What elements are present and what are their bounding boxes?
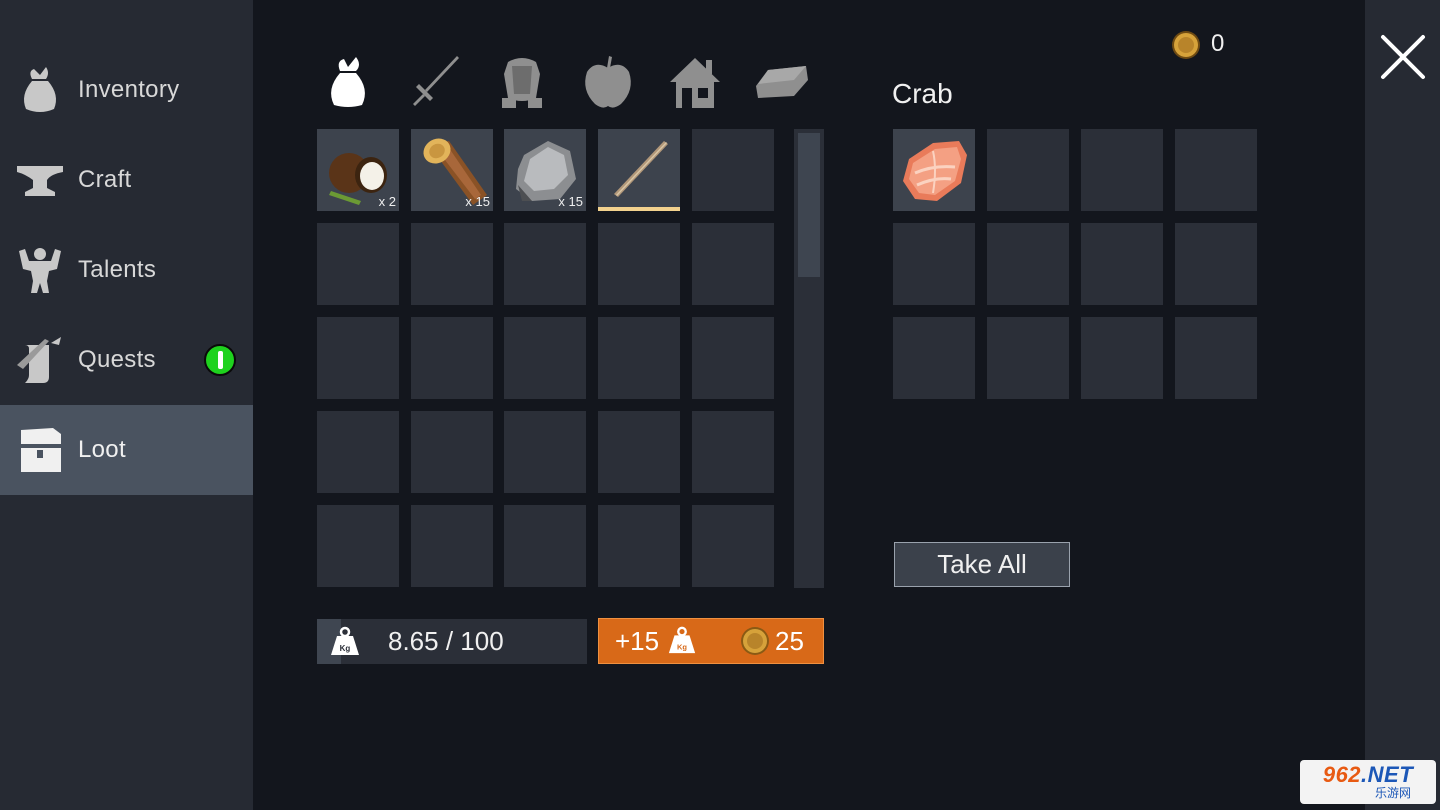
inventory-slot[interactable] xyxy=(598,223,680,305)
coin-balance: 0 xyxy=(1211,30,1225,57)
inventory-slot[interactable] xyxy=(692,505,774,587)
loot-slot[interactable] xyxy=(893,223,975,305)
loot-slot[interactable] xyxy=(893,129,975,211)
weight-icon: Kg xyxy=(668,626,696,654)
watermark-domain: .NET xyxy=(1361,762,1414,787)
anvil-icon xyxy=(15,155,65,205)
inventory-slot[interactable] xyxy=(411,505,493,587)
loot-slot[interactable] xyxy=(987,223,1069,305)
inventory-slot[interactable]: x 2 xyxy=(317,129,399,211)
sidebar-item-inventory[interactable]: Inventory xyxy=(0,45,253,135)
inventory-slot[interactable]: x 15 xyxy=(411,129,493,211)
selection-indicator xyxy=(598,207,680,211)
loot-slot[interactable] xyxy=(1175,223,1257,305)
weight-icon: Kg xyxy=(331,626,359,655)
sidebar-item-label: Craft xyxy=(78,166,132,193)
sword-icon xyxy=(413,56,459,106)
right-panel-strip xyxy=(1365,0,1440,810)
stick-icon xyxy=(614,141,668,197)
bag-icon xyxy=(15,65,65,115)
loot-source-title: Crab xyxy=(892,78,953,109)
svg-text:Kg: Kg xyxy=(677,642,687,651)
category-tab-all[interactable] xyxy=(318,52,378,112)
close-icon[interactable] xyxy=(1380,34,1426,80)
armor-icon xyxy=(502,58,542,108)
inventory-slot[interactable] xyxy=(411,223,493,305)
inventory-slot[interactable] xyxy=(317,317,399,399)
inventory-slot[interactable] xyxy=(504,411,586,493)
svg-text:Kg: Kg xyxy=(340,644,351,653)
sidebar-item-craft[interactable]: Craft xyxy=(0,135,253,225)
inventory-slot[interactable] xyxy=(504,505,586,587)
inventory-slot[interactable] xyxy=(692,129,774,211)
inventory-slot[interactable] xyxy=(598,129,680,211)
inventory-slot[interactable] xyxy=(692,411,774,493)
item-quantity: x 2 xyxy=(378,194,396,209)
loot-slot[interactable] xyxy=(1175,129,1257,211)
item-quantity: x 15 xyxy=(465,194,490,209)
sidebar-item-label: Loot xyxy=(78,436,126,463)
watermark-number: 962 xyxy=(1322,762,1362,787)
inventory-slot[interactable] xyxy=(598,505,680,587)
capacity-bonus: +15 xyxy=(615,626,660,656)
inventory-slot[interactable] xyxy=(317,411,399,493)
sidebar: Inventory Craft Talents Quests Loot xyxy=(0,0,253,810)
inventory-slot[interactable] xyxy=(598,317,680,399)
item-quantity: x 15 xyxy=(558,194,583,209)
inventory-slot[interactable] xyxy=(317,505,399,587)
inventory-slot[interactable] xyxy=(504,317,586,399)
category-tab-armor[interactable] xyxy=(492,52,552,112)
loot-slot[interactable] xyxy=(987,129,1069,211)
category-tab-weapons[interactable] xyxy=(405,52,465,112)
watermark-subtitle: 乐游网 xyxy=(1374,786,1411,800)
scrollbar-thumb[interactable] xyxy=(798,133,820,277)
inventory-slot[interactable] xyxy=(504,223,586,305)
category-tab-food[interactable] xyxy=(578,52,638,112)
strongman-icon xyxy=(15,245,65,295)
sidebar-item-talents[interactable]: Talents xyxy=(0,225,253,315)
loot-slot[interactable] xyxy=(987,317,1069,399)
treasure-chest-icon xyxy=(15,425,65,475)
category-tab-resources[interactable] xyxy=(752,52,812,112)
coin-icon xyxy=(741,627,769,655)
inventory-slot[interactable] xyxy=(692,317,774,399)
inventory-slot[interactable]: x 15 xyxy=(504,129,586,211)
ingot-icon xyxy=(756,66,808,98)
loot-slot[interactable] xyxy=(893,317,975,399)
loot-slot[interactable] xyxy=(1081,223,1163,305)
loot-slot[interactable] xyxy=(1081,129,1163,211)
inventory-slot[interactable] xyxy=(411,317,493,399)
bag-icon xyxy=(331,57,365,107)
sidebar-item-loot[interactable]: Loot xyxy=(0,405,253,495)
category-tab-building[interactable] xyxy=(665,52,725,112)
capacity-cost: 25 xyxy=(775,626,804,656)
take-all-button[interactable]: Take All xyxy=(894,542,1070,587)
sidebar-item-label: Talents xyxy=(78,256,157,283)
sidebar-item-label: Inventory xyxy=(78,76,180,103)
coin-icon xyxy=(1172,31,1200,59)
quest-alert-badge xyxy=(204,344,236,376)
site-watermark: 962.NET 乐游网 xyxy=(1300,760,1436,804)
loot-slot[interactable] xyxy=(1081,317,1163,399)
house-icon xyxy=(670,58,720,108)
sidebar-item-quests[interactable]: Quests xyxy=(0,315,253,405)
inventory-slot[interactable] xyxy=(598,411,680,493)
scroll-quill-icon xyxy=(15,335,65,385)
loot-slot[interactable] xyxy=(1175,317,1257,399)
inventory-slot[interactable] xyxy=(317,223,399,305)
inventory-slot[interactable] xyxy=(692,223,774,305)
apple-icon xyxy=(585,56,631,108)
raw-meat-icon xyxy=(903,141,967,201)
inventory-slot[interactable] xyxy=(411,411,493,493)
weight-value: 8.65 / 100 xyxy=(388,626,504,656)
sidebar-item-label: Quests xyxy=(78,346,156,373)
